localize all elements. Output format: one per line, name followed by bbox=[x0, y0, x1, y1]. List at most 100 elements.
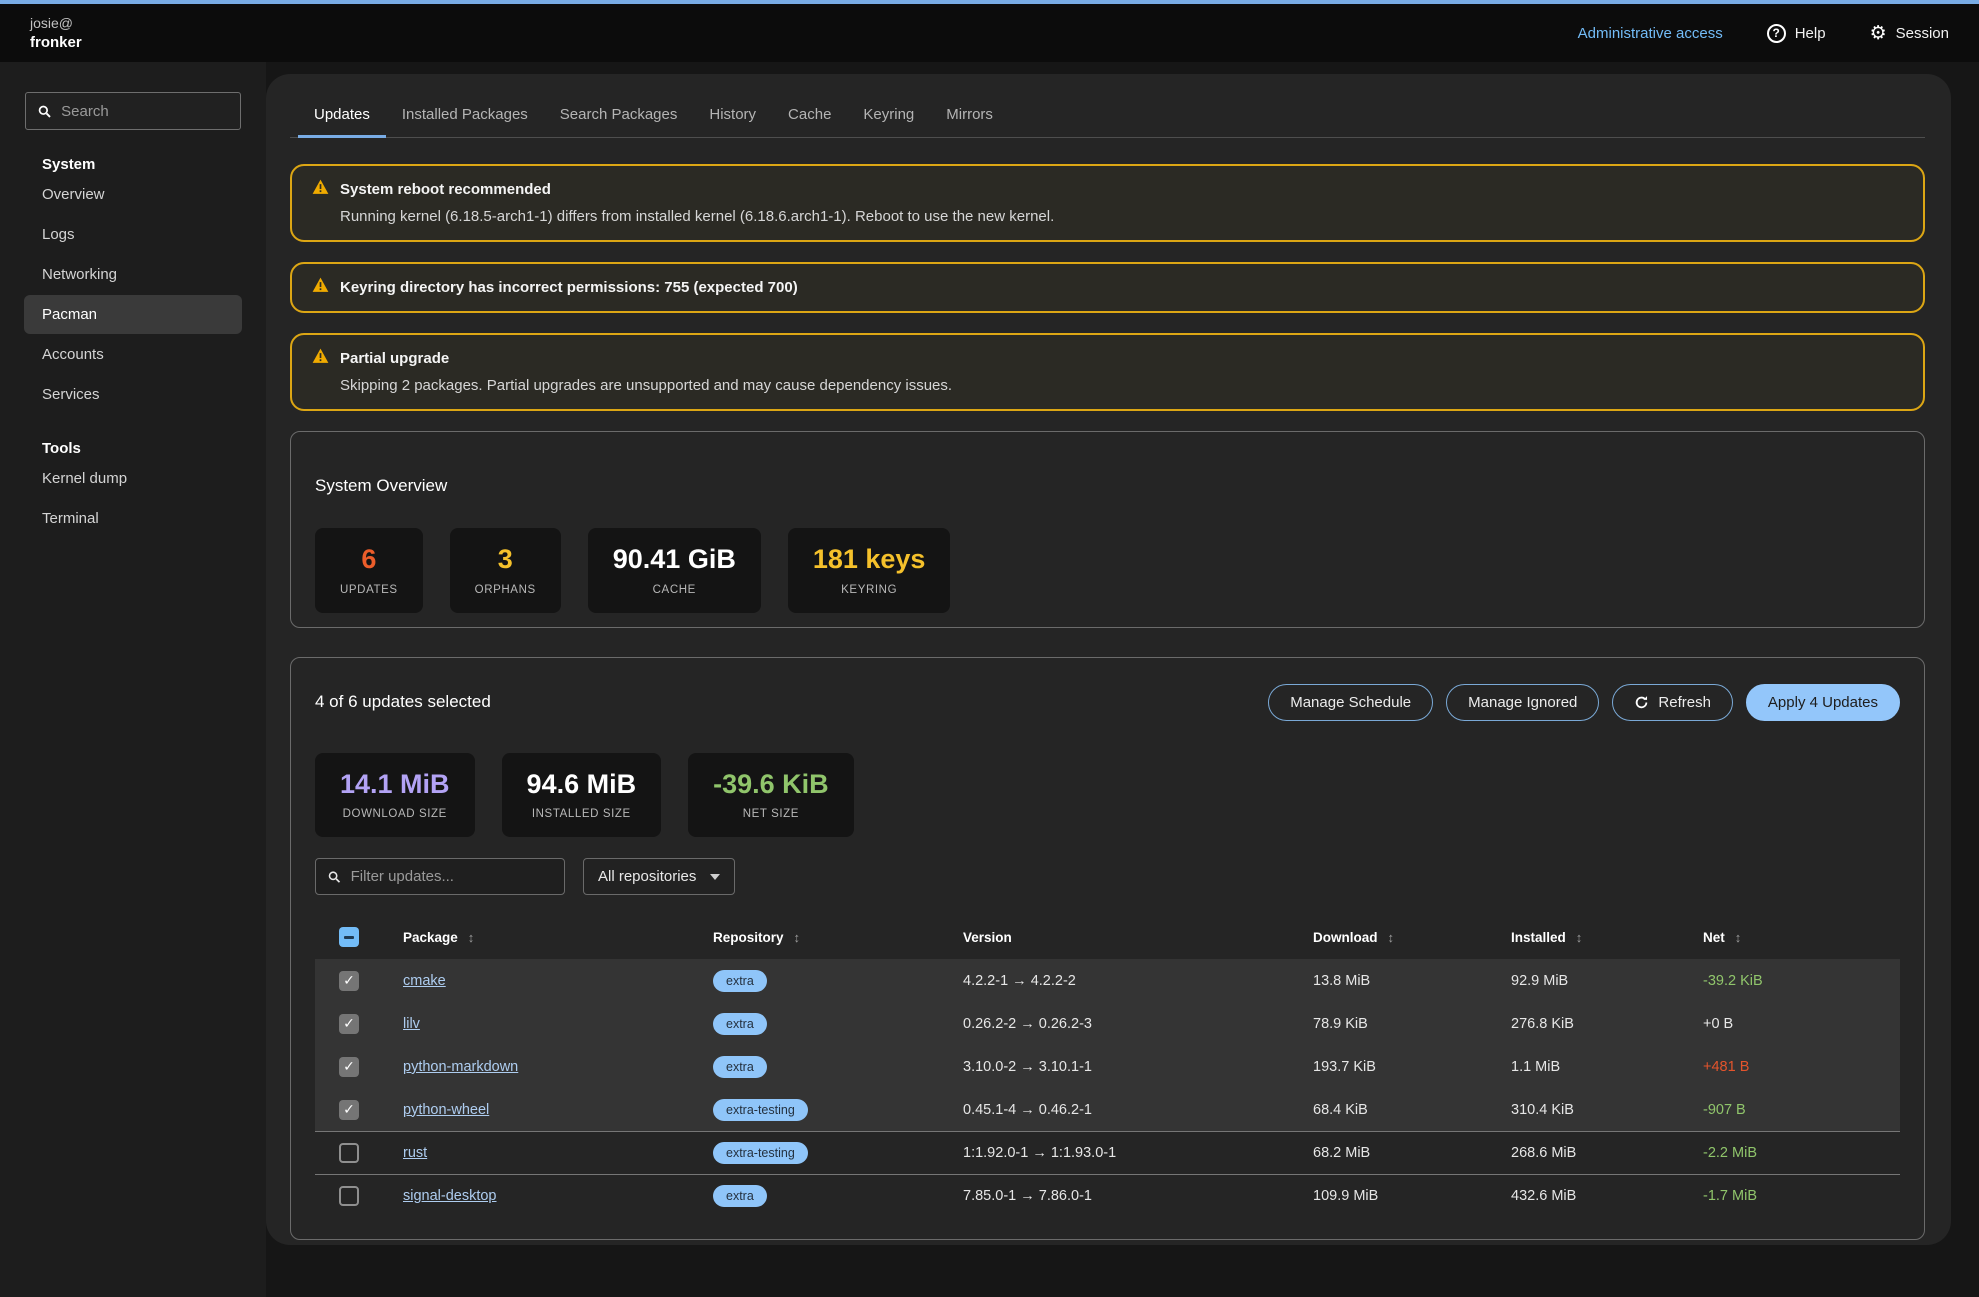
help-menu[interactable]: ? Help bbox=[1767, 24, 1826, 43]
row-checkbox[interactable] bbox=[339, 1186, 359, 1206]
sidebar-item-overview[interactable]: Overview bbox=[24, 175, 242, 214]
overview-stat-value: 6 bbox=[340, 545, 398, 575]
masthead-username: josie@ bbox=[30, 15, 82, 31]
row-select-cell: ✓ bbox=[315, 1088, 403, 1131]
package-cell: python-wheel bbox=[403, 1088, 713, 1131]
warning-alert-title: System reboot recommended bbox=[340, 181, 551, 198]
indeterminate-dash-icon bbox=[344, 936, 354, 939]
row-checkbox[interactable]: ✓ bbox=[339, 1100, 359, 1120]
updates-stat-value: -39.6 KiB bbox=[713, 770, 829, 800]
overview-stat-label: ORPHANS bbox=[475, 584, 536, 596]
table-row: ✓python-markdownextra3.10.0-2 → 3.10.1-1… bbox=[315, 1045, 1900, 1088]
updates-stat-value: 14.1 MiB bbox=[340, 770, 450, 800]
sidebar-search[interactable] bbox=[25, 92, 241, 130]
repository-cell: extra-testing bbox=[713, 1131, 963, 1174]
tab-mirrors[interactable]: Mirrors bbox=[930, 96, 1009, 138]
sidebar-item-logs[interactable]: Logs bbox=[24, 215, 242, 254]
updates-table: Package↕Repository↕VersionDownload↕Insta… bbox=[315, 923, 1900, 1217]
repository-badge: extra-testing bbox=[713, 1099, 808, 1121]
version-cell: 4.2.2-1 → 4.2.2-2 bbox=[963, 959, 1313, 1002]
column-header-installed[interactable]: Installed↕ bbox=[1511, 923, 1703, 959]
system-overview-stats: 6UPDATES3ORPHANS90.41 GiBCACHE181 keysKE… bbox=[315, 528, 1900, 613]
tab-search-packages[interactable]: Search Packages bbox=[544, 96, 694, 138]
column-header-download[interactable]: Download↕ bbox=[1313, 923, 1511, 959]
installed-cell: 276.8 KiB bbox=[1511, 1002, 1703, 1045]
row-checkbox[interactable]: ✓ bbox=[339, 971, 359, 991]
apply-updates-button[interactable]: Apply 4 Updates bbox=[1746, 684, 1900, 721]
net-cell: +0 B bbox=[1703, 1002, 1900, 1045]
pacman-panel: UpdatesInstalled PackagesSearch Packages… bbox=[266, 74, 1951, 1245]
download-cell: 13.8 MiB bbox=[1313, 959, 1511, 1002]
refresh-button[interactable]: Refresh bbox=[1612, 684, 1733, 721]
tab-updates[interactable]: Updates bbox=[298, 96, 386, 138]
select-all-checkbox[interactable] bbox=[339, 927, 359, 947]
sidebar-item-networking[interactable]: Networking bbox=[24, 255, 242, 294]
masthead-actions: Administrative access ? Help ⚙ Session bbox=[1578, 24, 1949, 43]
column-header-net[interactable]: Net↕ bbox=[1703, 923, 1900, 959]
tab-cache[interactable]: Cache bbox=[772, 96, 847, 138]
overview-stat-label: KEYRING bbox=[813, 584, 926, 596]
download-cell: 68.4 KiB bbox=[1313, 1088, 1511, 1131]
sidebar-item-services[interactable]: Services bbox=[24, 375, 242, 414]
overview-stat-label: UPDATES bbox=[340, 584, 398, 596]
row-checkbox[interactable]: ✓ bbox=[339, 1057, 359, 1077]
tab-history[interactable]: History bbox=[693, 96, 772, 138]
sidebar-search-input[interactable] bbox=[61, 103, 228, 120]
package-link[interactable]: python-wheel bbox=[403, 1102, 489, 1118]
row-checkbox[interactable] bbox=[339, 1143, 359, 1163]
sort-icon: ↕ bbox=[468, 930, 475, 945]
column-header-package[interactable]: Package↕ bbox=[403, 923, 713, 959]
installed-cell: 1.1 MiB bbox=[1511, 1045, 1703, 1088]
main-area: UpdatesInstalled PackagesSearch Packages… bbox=[266, 62, 1979, 1297]
row-select-cell bbox=[315, 1174, 403, 1217]
sort-icon: ↕ bbox=[1735, 930, 1742, 945]
package-link[interactable]: lilv bbox=[403, 1016, 420, 1032]
filter-updates-field[interactable] bbox=[315, 858, 565, 895]
row-checkbox[interactable]: ✓ bbox=[339, 1014, 359, 1034]
package-cell: cmake bbox=[403, 959, 713, 1002]
session-menu[interactable]: ⚙ Session bbox=[1870, 24, 1949, 43]
version-cell: 3.10.0-2 → 3.10.1-1 bbox=[963, 1045, 1313, 1088]
table-row: ✓cmakeextra4.2.2-1 → 4.2.2-213.8 MiB92.9… bbox=[315, 959, 1900, 1002]
repository-filter-select[interactable]: All repositories bbox=[583, 858, 735, 895]
row-select-cell bbox=[315, 1131, 403, 1174]
repository-badge: extra bbox=[713, 970, 767, 992]
manage-ignored-button[interactable]: Manage Ignored bbox=[1446, 684, 1599, 721]
sidebar-item-terminal[interactable]: Terminal bbox=[24, 499, 242, 538]
overview-stat-cache: 90.41 GiBCACHE bbox=[588, 528, 761, 613]
sidebar-item-pacman[interactable]: Pacman bbox=[24, 295, 242, 334]
sidebar-item-accounts[interactable]: Accounts bbox=[24, 335, 242, 374]
sidebar-item-kernel-dump[interactable]: Kernel dump bbox=[24, 459, 242, 498]
warning-icon bbox=[312, 179, 329, 200]
administrative-access-link[interactable]: Administrative access bbox=[1578, 25, 1723, 42]
package-cell: python-markdown bbox=[403, 1045, 713, 1088]
updates-header: 4 of 6 updates selected Manage Schedule … bbox=[315, 684, 1900, 721]
version-cell: 7.85.0-1 → 7.86.0-1 bbox=[963, 1174, 1313, 1217]
manage-schedule-button[interactable]: Manage Schedule bbox=[1268, 684, 1433, 721]
warning-alert-description: Running kernel (6.18.5-arch1-1) differs … bbox=[340, 208, 1903, 225]
filter-updates-input[interactable] bbox=[351, 868, 552, 885]
updates-card: 4 of 6 updates selected Manage Schedule … bbox=[290, 657, 1925, 1241]
updates-size-stats: 14.1 MiBDOWNLOAD SIZE94.6 MiBINSTALLED S… bbox=[315, 753, 1900, 838]
warning-alert: Partial upgradeSkipping 2 packages. Part… bbox=[290, 333, 1925, 411]
repository-cell: extra-testing bbox=[713, 1088, 963, 1131]
tab-installed-packages[interactable]: Installed Packages bbox=[386, 96, 544, 138]
tab-keyring[interactable]: Keyring bbox=[847, 96, 930, 138]
overview-stat-orphans: 3ORPHANS bbox=[450, 528, 561, 613]
warning-icon bbox=[312, 277, 329, 298]
filter-search-icon bbox=[328, 870, 341, 884]
sidebar-section-system: System bbox=[42, 156, 242, 173]
table-header-row: Package↕Repository↕VersionDownload↕Insta… bbox=[315, 923, 1900, 959]
package-link[interactable]: python-markdown bbox=[403, 1059, 518, 1075]
package-link[interactable]: rust bbox=[403, 1145, 427, 1161]
package-link[interactable]: cmake bbox=[403, 973, 446, 989]
package-cell: lilv bbox=[403, 1002, 713, 1045]
package-cell: signal-desktop bbox=[403, 1174, 713, 1217]
warning-alert: System reboot recommended Running kernel … bbox=[290, 164, 1925, 242]
alerts: System reboot recommended Running kernel … bbox=[290, 164, 1925, 411]
sidebar-nav: System OverviewLogsNetworkingPacmanAccoun… bbox=[0, 156, 266, 538]
package-link[interactable]: signal-desktop bbox=[403, 1188, 497, 1204]
sidebar-section-tools: Tools bbox=[42, 440, 242, 457]
column-header-repository[interactable]: Repository↕ bbox=[713, 923, 963, 959]
table-row: signal-desktopextra7.85.0-1 → 7.86.0-110… bbox=[315, 1174, 1900, 1217]
